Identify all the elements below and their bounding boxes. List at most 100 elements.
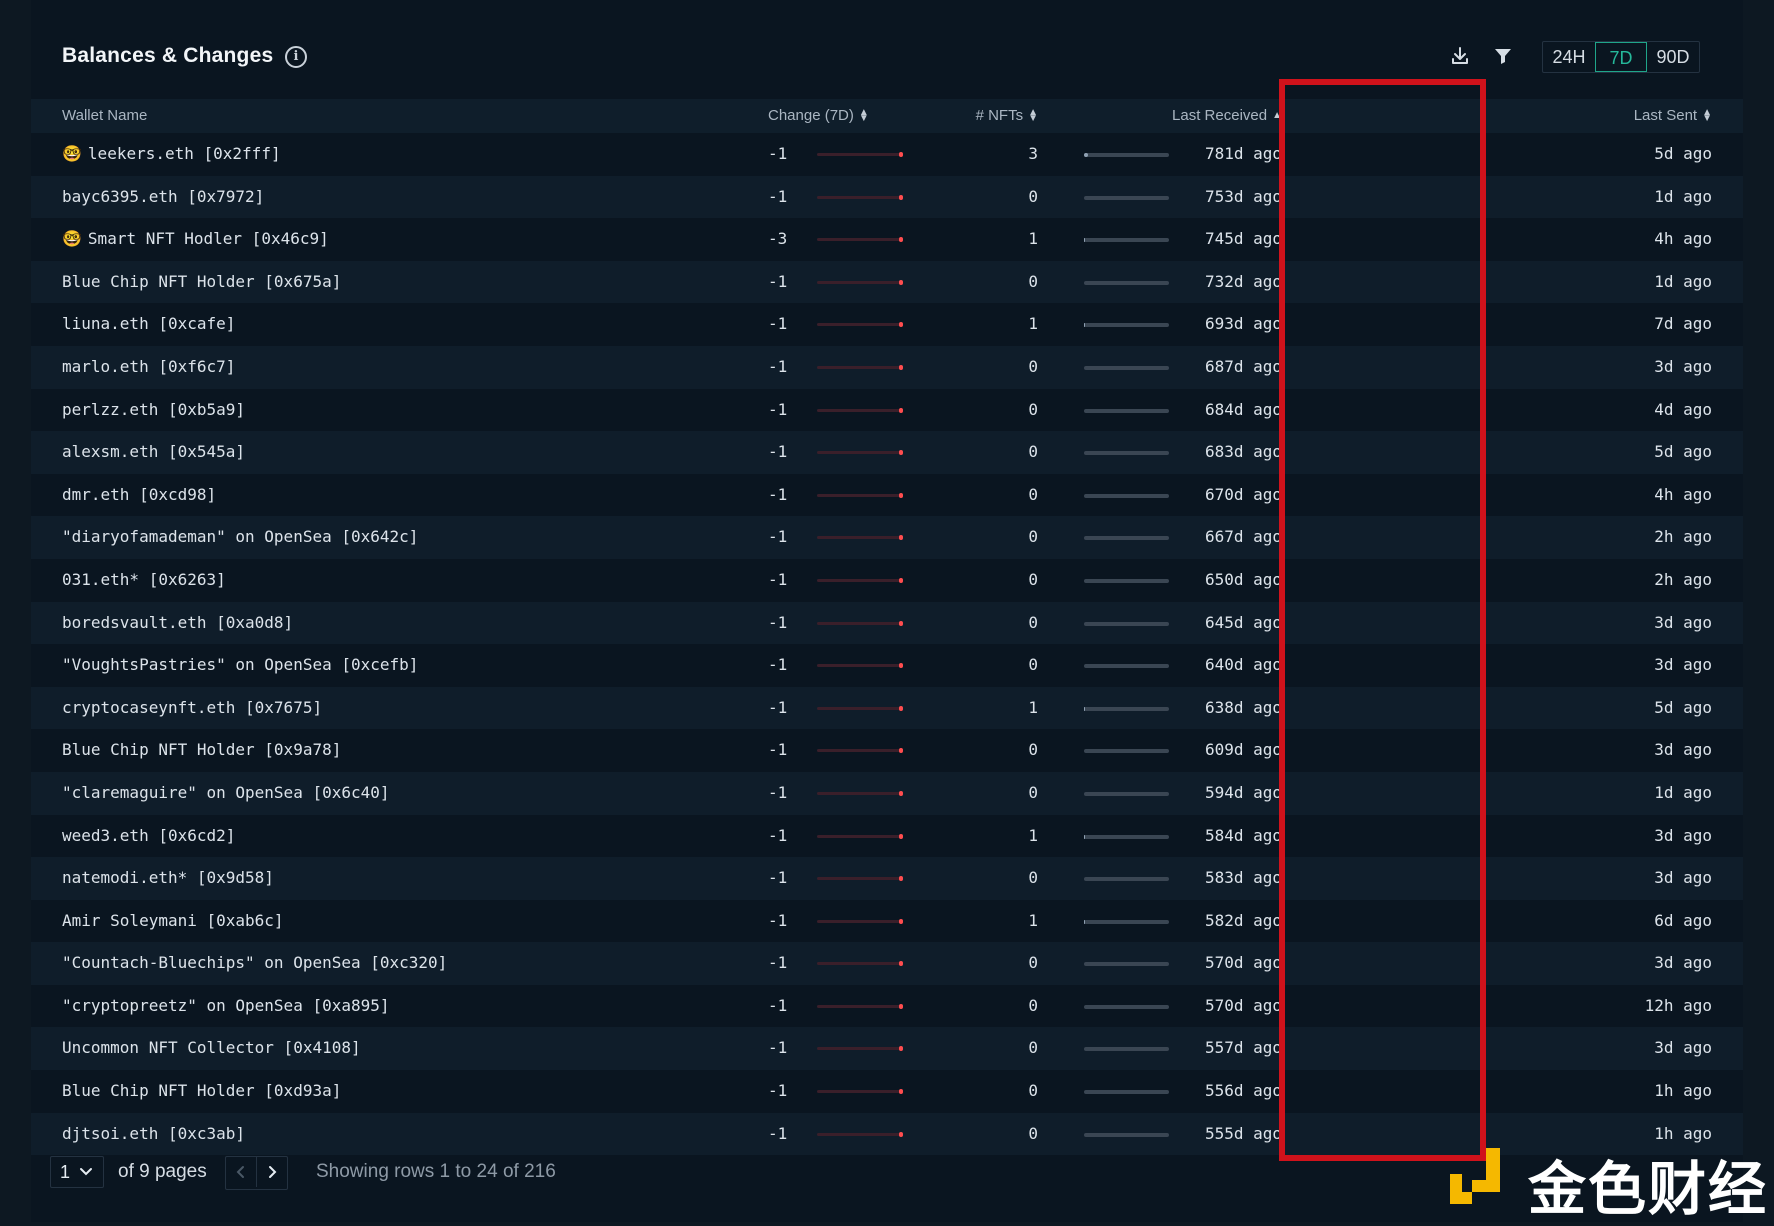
panel-title: Balances & Changes [62, 44, 274, 67]
change-value: -1 [768, 442, 788, 462]
table-row[interactable]: Blue Chip NFT Holder [0x675a] -1 0 732d ago… [31, 260, 1743, 304]
change-bar [817, 961, 903, 967]
wallet-name[interactable]: dmr.eth [0xcd98] [62, 474, 216, 517]
wallet-name[interactable]: "diaryofamademan" on OpenSea [0x642c] [62, 516, 418, 559]
change-bar [817, 663, 903, 669]
last-received: 570d ago [1204, 953, 1282, 973]
table-row[interactable]: dmr.eth [0xcd98] -1 0 670d ago 4h ago [31, 474, 1743, 517]
wallet-name[interactable]: boredsvault.eth [0xa0d8] [62, 602, 293, 645]
table-row[interactable]: liuna.eth [0xcafe] -1 1 693d ago 7d ago [31, 303, 1743, 346]
table-row[interactable]: 🤓 Smart NFT Hodler [0x46c9] -3 1 745d ago 4h … [31, 218, 1743, 261]
wallet-name[interactable]: "claremaguire" on OpenSea [0x6c40] [62, 772, 390, 815]
table-row[interactable]: "VoughtsPastries" on OpenSea [0xcefb] -1 0… [31, 644, 1743, 687]
last-sent: 3d ago [1654, 1038, 1712, 1058]
wallet-name[interactable]: liuna.eth [0xcafe] [62, 303, 235, 346]
info-icon[interactable]: i [285, 46, 307, 68]
wallet-name[interactable]: "VoughtsPastries" on OpenSea [0xcefb] [62, 644, 418, 687]
wallet-name[interactable]: "Countach-Bluechips" on OpenSea [0xc320] [62, 942, 447, 985]
table-row[interactable]: 🤓 leekers.eth [0x2fff] -1 3 781d ago 5d ago [31, 133, 1743, 176]
table-row[interactable]: cryptocaseynft.eth [0x7675] -1 1 638d ago 5d… [31, 686, 1743, 730]
last-received: 638d ago [1204, 697, 1282, 717]
nft-count: 1 [1028, 697, 1038, 717]
column-header-last-received[interactable]: Last Received ▲ [1172, 99, 1282, 133]
table-row[interactable]: Uncommon NFT Collector [0x4108] -1 0 557d a… [31, 1027, 1743, 1071]
table-row[interactable]: "Countach-Bluechips" on OpenSea [0xc320]… [31, 942, 1743, 985]
change-bar [817, 620, 903, 626]
wallet-name[interactable]: "cryptopreetz" on OpenSea [0xa895] [62, 985, 390, 1028]
table-row[interactable]: alexsm.eth [0x545a] -1 0 683d ago 5d ago [31, 431, 1743, 474]
column-header-nfts[interactable]: # NFTs ▲ ▼ [976, 99, 1038, 133]
table-body: 🤓 leekers.eth [0x2fff] -1 3 781d ago 5d ago ba… [31, 133, 1743, 1156]
last-received: 570d ago [1204, 995, 1282, 1015]
column-header-wallet[interactable]: Wallet Name [62, 99, 147, 133]
last-sent: 5d ago [1654, 697, 1712, 717]
wallet-name[interactable]: natemodi.eth* [0x9d58] [62, 857, 274, 900]
prev-page-button[interactable] [226, 1157, 256, 1187]
wallet-name[interactable]: djtsoi.eth [0xc3ab] [62, 1113, 245, 1156]
wallet-name[interactable]: cryptocaseynft.eth [0x7675] [62, 687, 322, 730]
wallet-name[interactable]: Amir Soleymani [0xab6c] [62, 900, 284, 943]
change-bar-marker [899, 194, 903, 200]
nft-count: 0 [1028, 612, 1038, 632]
change-bar [817, 833, 903, 839]
wallet-name[interactable]: Blue Chip NFT Holder [0xd93a] [62, 1070, 341, 1113]
last-sent: 4h ago [1654, 229, 1712, 249]
range-24h-button[interactable]: 24H [1543, 42, 1595, 72]
wallet-label: alexsm.eth [0x545a] [62, 442, 246, 462]
column-header-change[interactable]: Change (7D) ▲ ▼ [768, 99, 869, 133]
table-row[interactable]: Amir Soleymani [0xab6c] -1 1 582d ago 6d ago [31, 900, 1743, 943]
change-bar-marker [899, 1089, 903, 1095]
wallet-name[interactable]: Blue Chip NFT Holder [0x675a] [62, 261, 341, 304]
next-page-button[interactable] [256, 1157, 287, 1187]
range-90d-button[interactable]: 90D [1647, 42, 1699, 72]
last-received: 781d ago [1204, 144, 1282, 163]
table-row[interactable]: natemodi.eth* [0x9d58] -1 0 583d ago 3d ago [31, 857, 1743, 900]
change-value: -1 [768, 527, 788, 547]
wallet-label: Uncommon NFT Collector [0x4108] [62, 1038, 361, 1058]
nft-bar-fill [1084, 919, 1086, 924]
page-select[interactable]: 1 [50, 1156, 104, 1188]
table-row[interactable]: "diaryofamademan" on OpenSea [0x642c] -1 0… [31, 516, 1743, 559]
nft-count: 0 [1028, 1081, 1038, 1101]
table-row[interactable]: "cryptopreetz" on OpenSea [0xa895] -1 0 570… [31, 985, 1743, 1028]
last-received: 683d ago [1204, 442, 1282, 462]
table-row[interactable]: boredsvault.eth [0xa0d8] -1 0 645d ago 3d ag… [31, 601, 1743, 645]
last-received: 584d ago [1204, 825, 1282, 845]
change-bar [817, 407, 903, 413]
nft-count: 0 [1028, 484, 1038, 504]
filter-icon[interactable] [1491, 44, 1515, 68]
nft-count: 0 [1028, 740, 1038, 760]
table-row[interactable]: djtsoi.eth [0xc3ab] -1 0 555d ago 1h ago [31, 1112, 1743, 1156]
table-row[interactable]: perlzz.eth [0xb5a9] -1 0 684d ago 4d ago [31, 389, 1743, 432]
change-bar [817, 535, 903, 541]
change-bar-marker [899, 961, 903, 967]
last-sent: 5d ago [1654, 442, 1712, 462]
change-bar-marker [899, 748, 903, 754]
wallet-label: Blue Chip NFT Holder [0x675a] [62, 271, 342, 291]
table-row[interactable]: marlo.eth [0xf6c7] -1 0 687d ago 3d ago [31, 345, 1743, 389]
download-icon[interactable] [1448, 44, 1472, 68]
wallet-name[interactable]: 🤓 leekers.eth [0x2fff] [62, 133, 281, 176]
table-row[interactable]: weed3.eth [0x6cd2] -1 1 584d ago 3d ago [31, 815, 1743, 858]
wallet-name[interactable]: perlzz.eth [0xb5a9] [62, 389, 245, 432]
column-header-last-sent[interactable]: Last Sent ▲ ▼ [1634, 99, 1712, 133]
wallet-name[interactable]: 🤓 Smart NFT Hodler [0x46c9] [62, 218, 329, 261]
wallet-label: natemodi.eth* [0x9d58] [62, 868, 274, 888]
wallet-name[interactable]: Blue Chip NFT Holder [0x9a78] [62, 729, 341, 772]
table-row[interactable]: Blue Chip NFT Holder [0xd93a] -1 0 556d ago… [31, 1070, 1743, 1113]
table-row[interactable]: bayc6395.eth [0x7972] -1 0 753d ago 1d ago [31, 175, 1743, 219]
wallet-name[interactable]: marlo.eth [0xf6c7] [62, 346, 235, 389]
wallet-name[interactable]: alexsm.eth [0x545a] [62, 431, 245, 474]
wallet-label: dmr.eth [0xcd98] [62, 484, 217, 504]
chevron-down-icon [80, 1168, 92, 1176]
table-row[interactable]: Blue Chip NFT Holder [0x9a78] -1 0 609d ago… [31, 729, 1743, 772]
wallet-name[interactable]: 031.eth* [0x6263] [62, 559, 226, 602]
nft-count: 0 [1028, 569, 1038, 589]
wallet-name[interactable]: weed3.eth [0x6cd2] [62, 815, 235, 858]
wallet-name[interactable]: bayc6395.eth [0x7972] [62, 176, 264, 219]
range-7d-button[interactable]: 7D [1595, 42, 1647, 72]
table-row[interactable]: "claremaguire" on OpenSea [0x6c40] -1 0 594… [31, 771, 1743, 815]
change-bar-marker [899, 876, 903, 882]
table-row[interactable]: 031.eth* [0x6263] -1 0 650d ago 2h ago [31, 559, 1743, 602]
wallet-name[interactable]: Uncommon NFT Collector [0x4108] [62, 1027, 361, 1070]
